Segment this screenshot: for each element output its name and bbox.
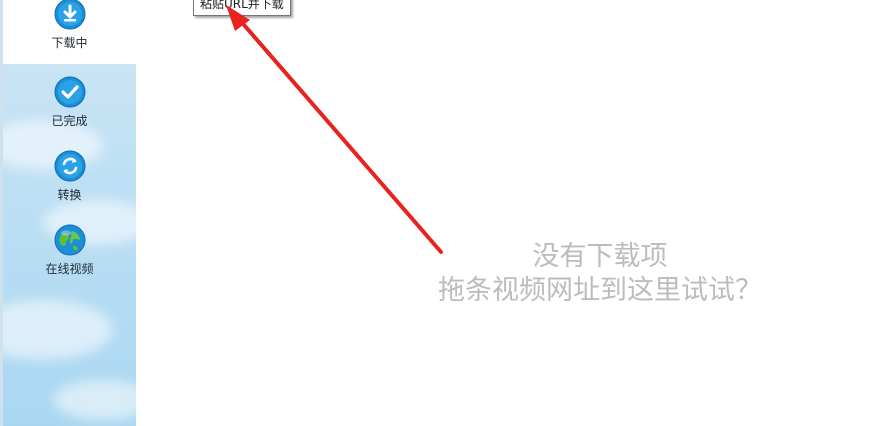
sidebar-item-label: 已完成	[51, 114, 88, 128]
download-icon	[54, 0, 85, 30]
globe-icon	[54, 224, 85, 256]
sidebar-item-label: 转换	[57, 188, 82, 202]
sidebar-item-label: 在线视频	[45, 262, 94, 276]
sidebar-item-completed[interactable]: 已完成	[3, 76, 136, 142]
sidebar-item-online-video[interactable]: 在线视频	[3, 224, 136, 290]
sidebar-item-downloading[interactable]: 下载中	[3, 0, 136, 64]
empty-state: 没有下载项 拖条视频网址到这里试试？	[380, 240, 820, 308]
empty-state-hint: 拖条视频网址到这里试试？	[438, 275, 762, 306]
sidebar: 下载中 已完成 转换 在线视频	[0, 0, 136, 426]
paste-url-tooltip: 粘贴URL并下载	[193, 0, 291, 16]
sidebar-item-convert[interactable]: 转换	[3, 150, 136, 216]
convert-icon	[54, 150, 85, 182]
sidebar-item-label: 下载中	[51, 36, 88, 50]
check-icon	[54, 76, 85, 108]
empty-state-title: 没有下载项	[532, 241, 668, 272]
